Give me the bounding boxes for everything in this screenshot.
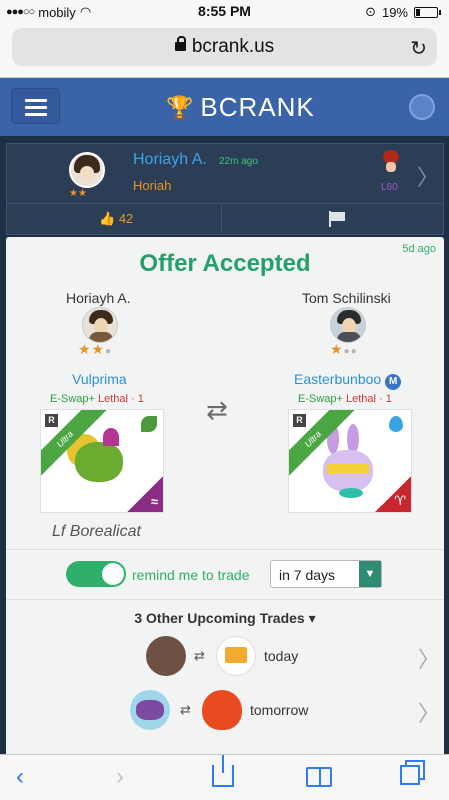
right-trader-rating: ★●● <box>330 341 358 357</box>
hamburger-line <box>25 99 47 102</box>
divider <box>6 549 444 550</box>
left-monster-tags: E-Swap+ Lethal · 1 <box>50 393 144 405</box>
eswap-tag: E-Swap+ <box>298 393 343 405</box>
browser-toolbar: ‹ › <box>0 754 449 800</box>
left-trader-rating: ★★● <box>78 341 113 357</box>
right-monster-card[interactable]: Ultra R ♈ <box>288 409 412 513</box>
chevron-right-icon[interactable]: 〉 <box>417 160 439 192</box>
like-button[interactable]: 👍 42 <box>99 211 133 227</box>
offer-note: Lf Borealicat <box>52 523 141 540</box>
url-display[interactable]: bcrank.us <box>12 36 437 58</box>
menu-button[interactable] <box>11 88 60 124</box>
lethal-tag: Lethal · 1 <box>346 393 392 405</box>
swap-arrows-icon: ⇄ <box>194 648 205 663</box>
hamburger-line <box>25 106 47 109</box>
toggle-knob <box>102 563 124 585</box>
brand-logo[interactable]: 🏆 BCRANK <box>166 92 315 123</box>
aries-icon: ♈ <box>394 493 406 508</box>
character-icon <box>381 150 401 174</box>
post-username[interactable]: Horiayh A. <box>133 151 207 169</box>
chevron-right-icon[interactable]: 〉 <box>418 696 440 728</box>
leaf-element-icon <box>141 416 157 432</box>
avatar[interactable] <box>330 307 366 343</box>
battery-percent: 19% <box>381 4 408 20</box>
left-monster-card[interactable]: Ultra R ≈ <box>40 409 164 513</box>
monster-thumbnail <box>146 636 186 676</box>
eswap-tag: E-Swap+ <box>50 393 95 405</box>
browser-address-area: bcrank.us ↻ <box>0 22 449 78</box>
rare-badge: R <box>44 413 59 428</box>
trade-when: tomorrow <box>250 702 309 718</box>
reload-icon[interactable]: ↻ <box>410 36 427 61</box>
share-icon[interactable] <box>212 755 234 787</box>
left-monster-name[interactable]: Vulprima <box>72 371 127 387</box>
forward-icon[interactable]: › <box>116 763 124 791</box>
aquarius-icon: ≈ <box>150 494 158 509</box>
post-timestamp: 22m ago <box>219 156 258 167</box>
thumbs-up-icon: 👍 <box>99 211 116 226</box>
remind-label: remind me to trade <box>132 567 250 583</box>
upcoming-trades-toggle[interactable]: 3 Other Upcoming Trades ▾ <box>6 610 444 627</box>
avatar-face <box>80 166 94 180</box>
left-trader-name[interactable]: Horiayh A. <box>66 290 131 306</box>
divider <box>6 599 444 600</box>
chevron-down-icon: ▼ <box>359 561 381 587</box>
tabs-icon[interactable] <box>400 765 420 785</box>
offer-card: 5d ago Offer Accepted Horiayh A. ★★● Tom… <box>6 237 444 800</box>
remind-select-value: in 7 days <box>279 567 336 583</box>
url-text: bcrank.us <box>191 36 275 57</box>
water-element-icon <box>389 416 403 432</box>
swap-arrows-icon: ⇄ <box>206 395 228 425</box>
monster-thumbnail <box>130 690 170 730</box>
user-rating-stars: ★★ <box>69 188 87 199</box>
lock-icon <box>174 36 186 51</box>
right-monster-label: Easterbunboo <box>294 371 382 387</box>
avatar[interactable] <box>82 307 118 343</box>
bookmarks-icon[interactable] <box>306 767 332 787</box>
monster-thumbnail <box>202 690 242 730</box>
rare-badge: R <box>292 413 307 428</box>
swap-arrows-icon: ⇄ <box>180 702 191 717</box>
list-item[interactable]: ⇄ tomorrow 〉 <box>6 686 444 736</box>
remind-select[interactable]: in 7 days ▼ <box>270 560 382 588</box>
trophy-icon: 🏆 <box>166 94 195 120</box>
flag-icon[interactable] <box>329 211 347 227</box>
post-card: ★★ Horiayh A. 22m ago Horiah L60 〉 👍 42 <box>6 143 444 235</box>
post-subtitle: Horiah <box>133 178 172 193</box>
monster-thumbnail <box>216 636 256 676</box>
brand-name: BCRANK <box>200 92 315 122</box>
right-monster-tags: E-Swap+ Lethal · 1 <box>298 393 392 405</box>
list-item[interactable]: ⇄ today 〉 <box>6 632 444 682</box>
hamburger-line <box>25 113 47 116</box>
status-right: ⊙ 19% <box>365 4 441 20</box>
lethal-tag: Lethal · 1 <box>98 393 144 405</box>
avatar[interactable] <box>69 152 105 188</box>
sign-corner <box>374 475 411 512</box>
address-bar[interactable]: bcrank.us ↻ <box>12 28 437 66</box>
mythic-badge: M <box>385 374 402 390</box>
trade-when: today <box>264 648 299 664</box>
remind-toggle[interactable] <box>66 561 126 587</box>
chevron-right-icon[interactable]: 〉 <box>418 642 440 674</box>
sign-corner <box>126 475 163 512</box>
status-bar: ●●●○○ mobily ◠ 8:55 PM ⊙ 19% <box>0 0 449 22</box>
post-actions: 👍 42 <box>7 205 443 235</box>
divider <box>221 205 222 235</box>
app-header: 🏆 BCRANK <box>0 78 449 136</box>
level-badge: L60 <box>381 182 398 193</box>
battery-icon <box>414 6 438 18</box>
globe-icon[interactable] <box>409 94 435 120</box>
right-trader-name[interactable]: Tom Schilinski <box>302 290 391 306</box>
back-icon[interactable]: ‹ <box>16 763 24 791</box>
rotation-lock-icon: ⊙ <box>365 4 376 19</box>
like-count: 42 <box>118 211 134 226</box>
right-monster-name[interactable]: Easterbunboo M <box>294 371 402 390</box>
offer-title: Offer Accepted <box>139 250 311 277</box>
post-header[interactable]: ★★ Horiayh A. 22m ago Horiah L60 〉 <box>7 144 443 204</box>
battery-tip <box>439 9 441 15</box>
